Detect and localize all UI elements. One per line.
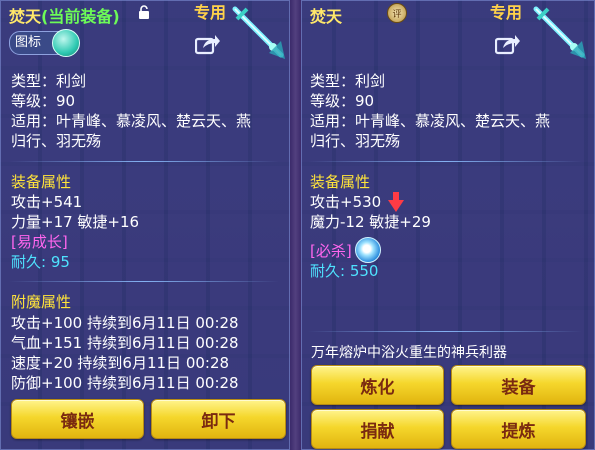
type-line: 类型：利剑 bbox=[310, 72, 386, 90]
attr-title: 装备属性 bbox=[11, 173, 72, 191]
durability-value: 95 bbox=[50, 253, 70, 271]
enchant-title: 附魔属性 bbox=[11, 293, 72, 311]
sword-icon bbox=[533, 6, 586, 59]
attr-line-1: 攻击+530 bbox=[310, 193, 382, 211]
applicable-line-2: 归行、羽无殇 bbox=[310, 132, 401, 150]
item-description: 万年熔炉中浴火重生的神兵利器 bbox=[311, 345, 507, 361]
down-arrow-icon bbox=[388, 192, 404, 212]
special-tag: [易成长] bbox=[11, 233, 68, 251]
item-name: 焚天 bbox=[310, 7, 343, 26]
durability-row: 耐久: 550 bbox=[310, 262, 378, 280]
level-line: 等级：90 bbox=[310, 92, 375, 110]
refine-button[interactable]: 炼化 bbox=[311, 365, 444, 405]
durability-label: 耐久: bbox=[310, 262, 346, 280]
compare-item-panel: 焚天 评 专用 类型：利剑 等级：90 适用：叶青峰、慕凌风、楚云天、燕 归行、… bbox=[301, 0, 595, 450]
applicable-line-2: 归行、羽无殇 bbox=[11, 132, 102, 150]
share-icon[interactable] bbox=[195, 33, 221, 55]
durability-value: 550 bbox=[349, 262, 379, 280]
divider bbox=[308, 161, 582, 162]
unequip-button[interactable]: 卸下 bbox=[151, 399, 286, 439]
share-icon[interactable] bbox=[495, 33, 521, 55]
divider bbox=[308, 331, 582, 332]
lock-icon[interactable] bbox=[138, 5, 150, 19]
durability-row: 耐久: 95 bbox=[11, 253, 70, 271]
rating-badge-icon[interactable]: 评 bbox=[387, 3, 407, 23]
extract-button[interactable]: 提炼 bbox=[451, 409, 586, 449]
level-line: 等级：90 bbox=[11, 92, 76, 110]
divider bbox=[9, 281, 279, 282]
skill-orb-icon[interactable] bbox=[355, 237, 381, 263]
item-name-row: 焚天(当前装备) bbox=[9, 3, 120, 27]
icon-toggle[interactable]: 图标 bbox=[9, 29, 80, 57]
special-tag: [必杀] bbox=[310, 242, 352, 260]
attr-line-1: 攻击+541 bbox=[11, 193, 83, 211]
divider bbox=[9, 161, 279, 162]
sword-icon bbox=[232, 6, 285, 59]
durability-label: 耐久: bbox=[11, 253, 47, 271]
attr-line-2: 魔力-12 敏捷+29 bbox=[310, 213, 431, 231]
applicable-line-1: 适用：叶青峰、慕凌风、楚云天、燕 bbox=[11, 112, 252, 130]
applicable-line-1: 适用：叶青峰、慕凌风、楚云天、燕 bbox=[310, 112, 551, 130]
inlay-button[interactable]: 镶嵌 bbox=[11, 399, 144, 439]
donate-button[interactable]: 捐献 bbox=[311, 409, 444, 449]
panel-gap bbox=[290, 0, 301, 450]
equipped-status: (当前装备) bbox=[41, 7, 120, 26]
equipped-item-panel: 焚天(当前装备) 专用 图标 类型：利剑 等级：90 适用：叶青峰、慕凌风、楚云… bbox=[0, 0, 290, 450]
toggle-orb-icon bbox=[52, 29, 80, 57]
enchant-line: 攻击+100 持续到6月11日 00:28 bbox=[11, 314, 239, 332]
enchant-line: 防御+100 持续到6月11日 00:28 bbox=[11, 374, 239, 392]
type-line: 类型：利剑 bbox=[11, 72, 87, 90]
attr-title: 装备属性 bbox=[310, 173, 371, 191]
exclusive-label: 专用 bbox=[490, 3, 523, 22]
enchant-line: 速度+20 持续到6月11日 00:28 bbox=[11, 354, 230, 372]
attr-line-2: 力量+17 敏捷+16 bbox=[11, 213, 140, 231]
icon-toggle-label: 图标 bbox=[15, 35, 42, 50]
enchant-line: 气血+151 持续到6月11日 00:28 bbox=[11, 334, 239, 352]
exclusive-label: 专用 bbox=[194, 3, 227, 22]
equip-button[interactable]: 装备 bbox=[451, 365, 586, 405]
item-name: 焚天 bbox=[9, 7, 42, 26]
